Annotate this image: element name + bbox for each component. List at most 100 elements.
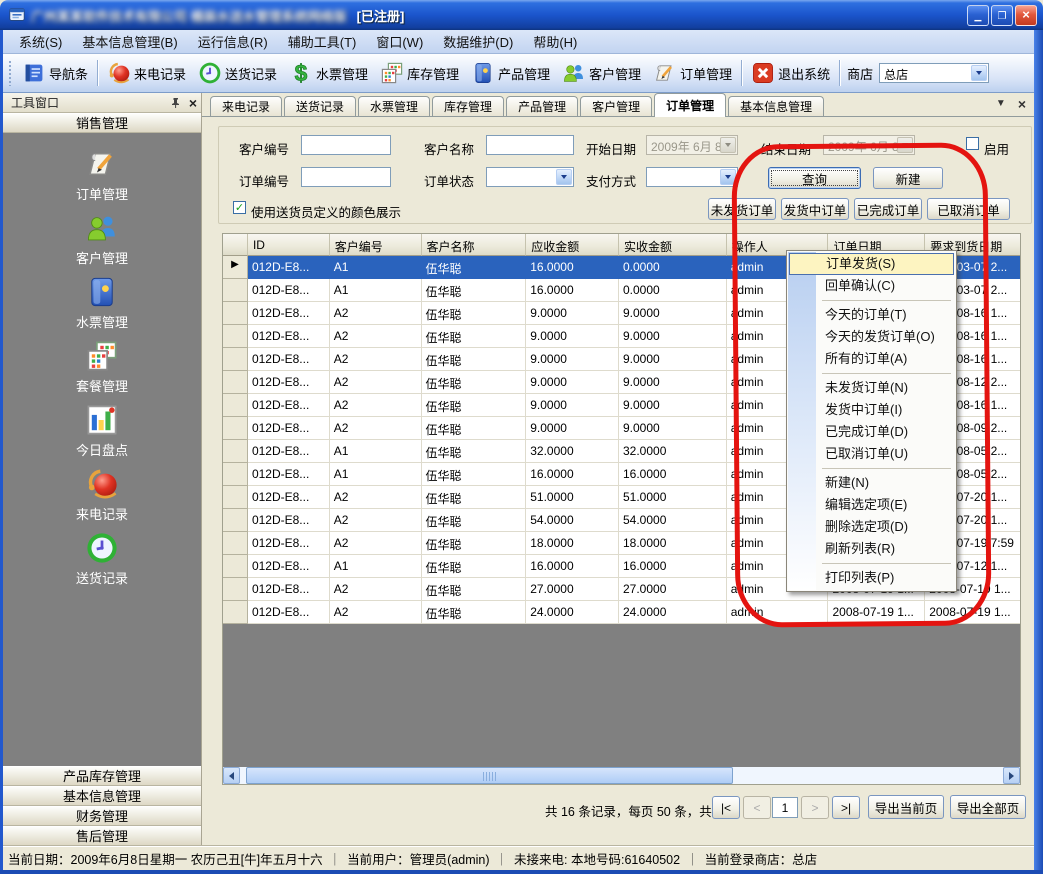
- tab-list-dropdown-icon[interactable]: ▼: [996, 98, 1006, 110]
- toolbar-call-record[interactable]: 来电记录: [101, 58, 192, 88]
- sidebar-item-daily-stock[interactable]: 今日盘点: [3, 399, 201, 463]
- menu-item-today-orders[interactable]: 今天的订单(T): [788, 304, 955, 326]
- sidebar-item-customer[interactable]: 客户管理: [3, 207, 201, 271]
- tab-close-icon[interactable]: ×: [1018, 98, 1026, 110]
- header-customer-no[interactable]: 客户编号: [330, 234, 422, 256]
- toolbar-customer[interactable]: 客户管理: [556, 58, 647, 88]
- header-id[interactable]: ID: [248, 234, 330, 256]
- dropdown-arrow-icon[interactable]: [556, 169, 572, 185]
- menu-separator: [822, 300, 951, 301]
- start-date-picker[interactable]: 2009年 6月 8日: [646, 135, 738, 155]
- tab-inventory[interactable]: 库存管理: [432, 96, 504, 116]
- toolbar-order[interactable]: 订单管理: [647, 58, 738, 88]
- menu-item-today-shipped[interactable]: 今天的发货订单(O): [788, 326, 955, 348]
- end-date-picker[interactable]: 2009年 6月 8日: [823, 135, 915, 155]
- order-status-select[interactable]: [486, 167, 574, 187]
- close-button[interactable]: ×: [1015, 5, 1037, 26]
- sidebar-item-package[interactable]: 套餐管理: [3, 335, 201, 399]
- header-receivable[interactable]: 应收金额: [526, 234, 619, 256]
- scroll-left-icon[interactable]: [223, 767, 240, 784]
- toolbar-water-ticket[interactable]: $ 水票管理: [283, 58, 374, 88]
- sidebar-item-water-ticket[interactable]: 水票管理: [3, 271, 201, 335]
- sidebar-item-delivery-record[interactable]: 送货记录: [3, 527, 201, 591]
- dropdown-arrow-icon[interactable]: [971, 65, 987, 81]
- sidebar-item-order[interactable]: 订单管理: [3, 143, 201, 207]
- tab-call-record[interactable]: 来电记录: [210, 96, 282, 116]
- color-display-checkbox[interactable]: ✓: [233, 201, 246, 214]
- shop-select[interactable]: 总店: [879, 63, 989, 83]
- sidebar-group-product-stock[interactable]: 产品库存管理: [3, 766, 201, 786]
- prev-page-button[interactable]: <: [743, 796, 771, 819]
- pay-method-select[interactable]: [646, 167, 738, 187]
- export-current-page-button[interactable]: 导出当前页: [868, 795, 944, 819]
- menu-run-info[interactable]: 运行信息(R): [188, 29, 278, 54]
- customer-icon: [562, 61, 586, 85]
- menu-item-completed[interactable]: 已完成订单(D): [788, 421, 955, 443]
- sidebar-group-sales[interactable]: 销售管理: [3, 113, 201, 133]
- pin-icon[interactable]: [170, 97, 181, 108]
- customer-no-input[interactable]: [301, 135, 391, 155]
- enable-checkbox[interactable]: [966, 137, 979, 150]
- menu-item-new[interactable]: 新建(N): [788, 472, 955, 494]
- toolbar-product[interactable]: 产品管理: [465, 58, 556, 88]
- maximize-button[interactable]: ❐: [991, 5, 1013, 26]
- customer-name-input[interactable]: [486, 135, 574, 155]
- tab-order-active[interactable]: 订单管理: [654, 93, 726, 117]
- grid-cell: 伍华聪: [422, 417, 527, 440]
- filter-cancelled-button[interactable]: 已取消订单: [927, 198, 1010, 220]
- menu-system[interactable]: 系统(S): [9, 29, 72, 54]
- first-page-button[interactable]: |<: [712, 796, 740, 819]
- toolbar-delivery-record[interactable]: 送货记录: [192, 58, 283, 88]
- toolbar-inventory[interactable]: 库存管理: [374, 58, 465, 88]
- menu-item-refresh-list[interactable]: 刷新列表(R): [788, 538, 955, 560]
- menu-help[interactable]: 帮助(H): [523, 29, 587, 54]
- toolbar-exit[interactable]: 退出系统: [745, 58, 836, 88]
- menu-aux-tools[interactable]: 辅助工具(T): [278, 29, 367, 54]
- sidebar-item-call-record[interactable]: 来电记录: [3, 463, 201, 527]
- grid-cell: A2: [330, 532, 422, 555]
- scroll-right-icon[interactable]: [1003, 767, 1020, 784]
- header-customer-name[interactable]: 客户名称: [422, 234, 527, 256]
- grid-cell: A2: [330, 486, 422, 509]
- scrollbar-thumb[interactable]: [246, 767, 733, 784]
- menu-item-edit-selected[interactable]: 编辑选定项(E): [788, 494, 955, 516]
- filter-shipping-button[interactable]: 发货中订单: [781, 198, 849, 220]
- query-button[interactable]: 查询: [768, 167, 861, 189]
- menu-basic-info[interactable]: 基本信息管理(B): [72, 29, 187, 54]
- next-page-button[interactable]: >: [801, 796, 829, 819]
- menu-item-print-list[interactable]: 打印列表(P): [788, 567, 955, 589]
- button-label: 发货中订单: [784, 200, 847, 219]
- tool-window-close-icon[interactable]: ×: [189, 97, 197, 109]
- menu-item-confirm-return[interactable]: 回单确认(C): [788, 275, 955, 297]
- sidebar-group-finance[interactable]: 财务管理: [3, 806, 201, 826]
- toolbar-label: 订单管理: [680, 64, 732, 83]
- tab-water-ticket[interactable]: 水票管理: [358, 96, 430, 116]
- sidebar-group-after-sales[interactable]: 售后管理: [3, 826, 201, 846]
- minimize-button[interactable]: ▁: [967, 5, 989, 26]
- sidebar-group-basic-info[interactable]: 基本信息管理: [3, 786, 201, 806]
- menu-data-maintain[interactable]: 数据维护(D): [433, 29, 523, 54]
- filter-unshipped-button[interactable]: 未发货订单: [708, 198, 776, 220]
- menu-item-delete-selected[interactable]: 删除选定项(D): [788, 516, 955, 538]
- tab-product[interactable]: 产品管理: [506, 96, 578, 116]
- menu-item-cancelled[interactable]: 已取消订单(U): [788, 443, 955, 465]
- export-all-pages-button[interactable]: 导出全部页: [950, 795, 1026, 819]
- menu-item-ship-order[interactable]: 订单发货(S): [789, 253, 954, 275]
- table-row[interactable]: 012D-E8...A2伍华聪24.000024.0000admin2008-0…: [223, 601, 1020, 624]
- filter-completed-button[interactable]: 已完成订单: [854, 198, 922, 220]
- page-number-input[interactable]: [772, 797, 798, 818]
- menu-item-shipping[interactable]: 发货中订单(I): [788, 399, 955, 421]
- tab-delivery-record[interactable]: 送货记录: [284, 96, 356, 116]
- tab-basic-info[interactable]: 基本信息管理: [728, 96, 824, 116]
- order-no-input[interactable]: [301, 167, 391, 187]
- tab-customer[interactable]: 客户管理: [580, 96, 652, 116]
- header-received[interactable]: 实收金额: [619, 234, 727, 256]
- horizontal-scrollbar[interactable]: [223, 767, 1020, 784]
- menu-item-unshipped[interactable]: 未发货订单(N): [788, 377, 955, 399]
- new-button[interactable]: 新建: [873, 167, 943, 189]
- menu-item-all-orders[interactable]: 所有的订单(A): [788, 348, 955, 370]
- toolbar-navigator[interactable]: 导航条: [16, 58, 94, 88]
- menu-window[interactable]: 窗口(W): [366, 29, 433, 54]
- last-page-button[interactable]: >|: [832, 796, 860, 819]
- dropdown-arrow-icon[interactable]: [720, 169, 736, 185]
